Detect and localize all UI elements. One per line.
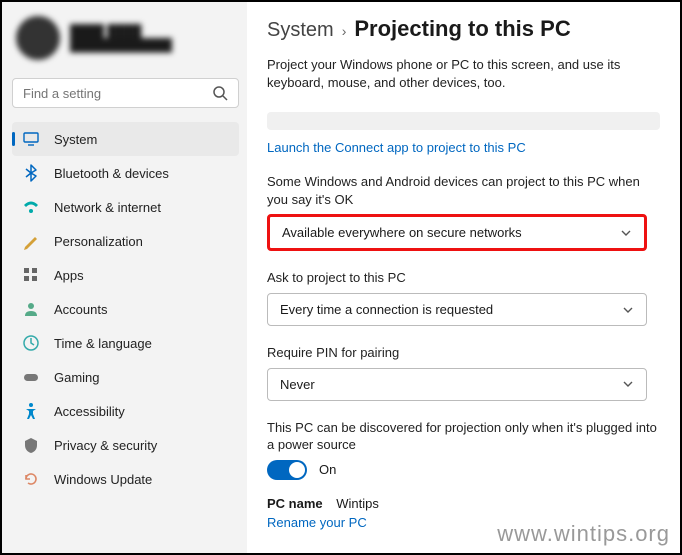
ask-label: Ask to project to this PC: [267, 269, 660, 287]
nav-label: Apps: [54, 268, 84, 283]
nav-label: Windows Update: [54, 472, 152, 487]
ask-dropdown[interactable]: Every time a connection is requested: [267, 293, 647, 326]
gaming-icon: [22, 368, 40, 386]
page-title: Projecting to this PC: [354, 16, 570, 42]
dropdown-value: Every time a connection is requested: [280, 302, 493, 317]
accessibility-icon: [22, 402, 40, 420]
sidebar-item-update[interactable]: Windows Update: [12, 462, 239, 496]
user-email: ████████████: [70, 38, 172, 52]
sidebar-item-network[interactable]: Network & internet: [12, 190, 239, 224]
sidebar: ████ ████ ████████████ System Bluetooth …: [2, 2, 247, 553]
sidebar-item-system[interactable]: System: [12, 122, 239, 156]
nav-label: Time & language: [54, 336, 152, 351]
dropdown-value: Never: [280, 377, 315, 392]
sidebar-item-accounts[interactable]: Accounts: [12, 292, 239, 326]
info-banner: [267, 112, 660, 130]
availability-label: Some Windows and Android devices can pro…: [267, 173, 660, 208]
sidebar-item-personalization[interactable]: Personalization: [12, 224, 239, 258]
sidebar-item-apps[interactable]: Apps: [12, 258, 239, 292]
chevron-right-icon: ›: [342, 23, 347, 39]
system-icon: [22, 130, 40, 148]
nav-label: Personalization: [54, 234, 143, 249]
personalization-icon: [22, 232, 40, 250]
discoverable-label: This PC can be discovered for projection…: [267, 419, 660, 454]
nav-label: Accessibility: [54, 404, 125, 419]
bluetooth-icon: [22, 164, 40, 182]
user-profile[interactable]: ████ ████ ████████████: [12, 12, 239, 64]
toggle-state: On: [319, 462, 336, 477]
chevron-down-icon: [620, 227, 632, 239]
search-icon: [212, 85, 228, 101]
launch-connect-link[interactable]: Launch the Connect app to project to thi…: [267, 140, 660, 155]
privacy-icon: [22, 436, 40, 454]
chevron-down-icon: [622, 378, 634, 390]
network-icon: [22, 198, 40, 216]
nav-label: System: [54, 132, 97, 147]
sidebar-item-bluetooth[interactable]: Bluetooth & devices: [12, 156, 239, 190]
nav-label: Accounts: [54, 302, 107, 317]
pc-name-value: Wintips: [336, 496, 379, 511]
sidebar-item-accessibility[interactable]: Accessibility: [12, 394, 239, 428]
sidebar-item-gaming[interactable]: Gaming: [12, 360, 239, 394]
rename-pc-link[interactable]: Rename your PC: [267, 515, 660, 530]
apps-icon: [22, 266, 40, 284]
nav-label: Bluetooth & devices: [54, 166, 169, 181]
pc-name-label: PC name: [267, 496, 323, 511]
search-input[interactable]: [12, 78, 239, 108]
main-content: System › Projecting to this PC Project y…: [247, 2, 680, 553]
page-description: Project your Windows phone or PC to this…: [267, 56, 660, 92]
accounts-icon: [22, 300, 40, 318]
discoverable-toggle[interactable]: [267, 460, 307, 480]
update-icon: [22, 470, 40, 488]
nav-label: Gaming: [54, 370, 100, 385]
pin-dropdown[interactable]: Never: [267, 368, 647, 401]
breadcrumb-parent[interactable]: System: [267, 19, 334, 42]
chevron-down-icon: [622, 304, 634, 316]
avatar: [16, 16, 60, 60]
search-field[interactable]: [23, 86, 212, 101]
time-icon: [22, 334, 40, 352]
sidebar-item-time[interactable]: Time & language: [12, 326, 239, 360]
nav-label: Network & internet: [54, 200, 161, 215]
pc-name-row: PC name Wintips: [267, 496, 660, 511]
pin-label: Require PIN for pairing: [267, 344, 660, 362]
user-name: ████ ████: [70, 24, 172, 38]
dropdown-value: Available everywhere on secure networks: [282, 225, 522, 240]
breadcrumb: System › Projecting to this PC: [267, 16, 660, 42]
availability-dropdown[interactable]: Available everywhere on secure networks: [267, 214, 647, 251]
sidebar-item-privacy[interactable]: Privacy & security: [12, 428, 239, 462]
nav-label: Privacy & security: [54, 438, 157, 453]
